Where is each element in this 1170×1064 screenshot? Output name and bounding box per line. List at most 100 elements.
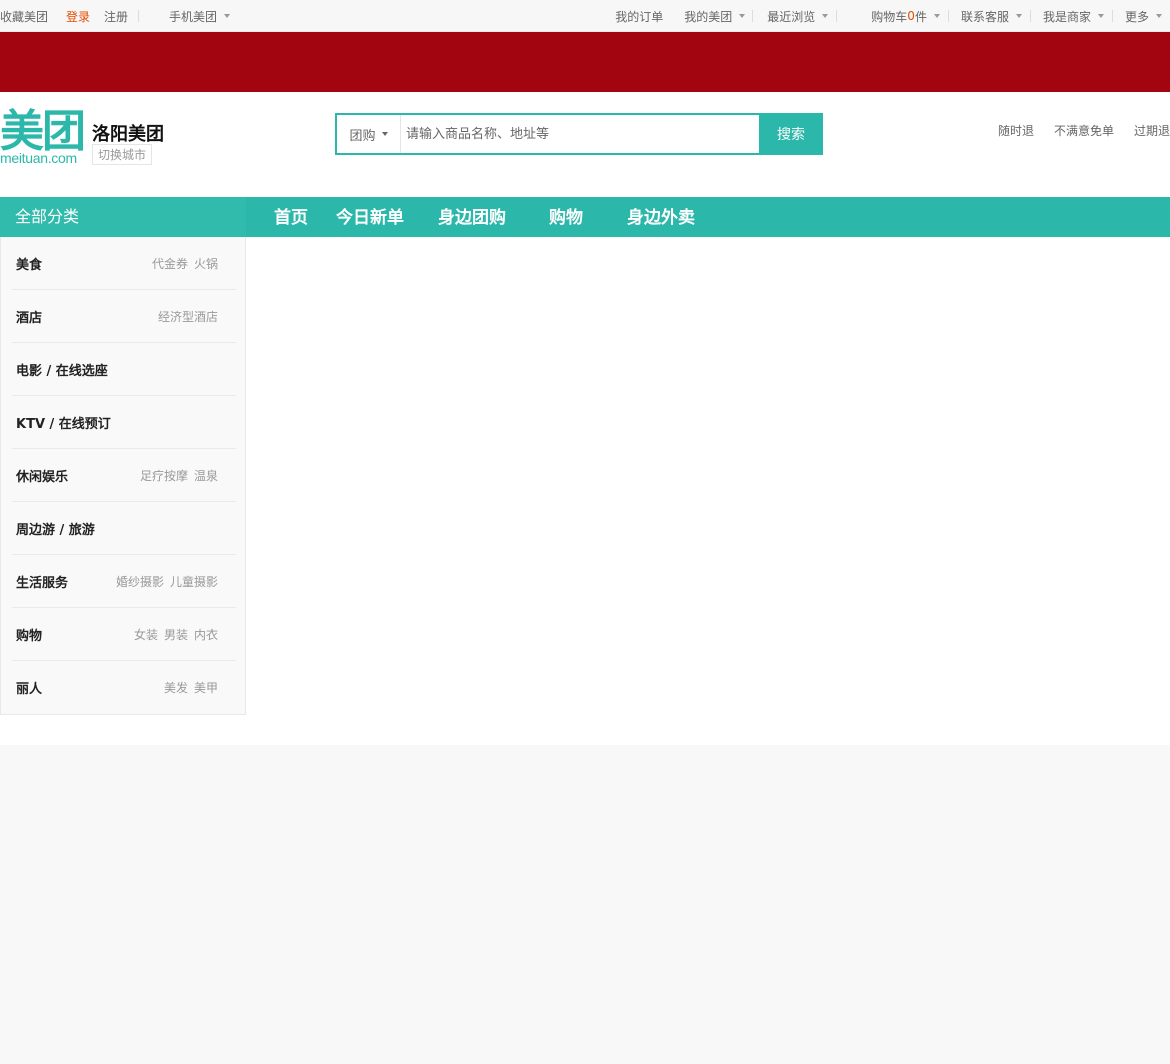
- subcategory-link[interactable]: 经济型酒店: [158, 308, 218, 325]
- category-subs: 女装 男装 内衣: [128, 626, 218, 643]
- login-link[interactable]: 登录: [66, 8, 90, 25]
- chevron-down-icon: [381, 132, 388, 136]
- top-bar-right: 我的订单 我的美团 最近浏览 购物车 0 件 联系客服 我是商家 更多: [615, 0, 1170, 32]
- chevron-down-icon: [739, 14, 746, 18]
- logo-text-en: meituan.com: [0, 150, 77, 166]
- subcategory-link[interactable]: 足疗按摩: [140, 467, 188, 484]
- chevron-down-icon: [224, 14, 231, 18]
- current-city: 洛阳美团: [92, 124, 164, 145]
- divider: [1029, 10, 1031, 22]
- subcategory-link[interactable]: 美发: [164, 679, 188, 696]
- top-bar: 收藏美团 登录 注册 手机美团 我的订单 我的美团 最近浏览 购物车 0 件 联系客…: [0, 0, 1170, 32]
- recent-browse-label: 最近浏览: [767, 9, 816, 24]
- main-nav: 全部分类 首页 今日新单 身边团购 购物 身边外卖: [0, 197, 1170, 237]
- customer-service-dropdown[interactable]: 联系客服: [961, 8, 1022, 25]
- chevron-down-icon: [933, 14, 940, 18]
- divider: [1111, 10, 1113, 22]
- category-row-shopping[interactable]: 购物 女装 男装 内衣: [12, 608, 236, 661]
- category-row-beauty[interactable]: 丽人 美发 美甲: [12, 661, 236, 714]
- category-row-food[interactable]: 美食 代金券 火锅: [12, 237, 236, 290]
- my-meituan-dropdown[interactable]: 我的美团: [684, 8, 746, 25]
- subcategory-link[interactable]: 男装: [164, 626, 188, 643]
- subcategory-link[interactable]: 女装: [134, 626, 158, 643]
- guarantee-free-if-unsatisfied[interactable]: 不满意免单: [1054, 122, 1114, 139]
- all-categories-label[interactable]: 全部分类: [0, 197, 246, 237]
- category-row-leisure[interactable]: 休闲娱乐 足疗按摩 温泉: [12, 449, 236, 502]
- search-button[interactable]: 搜索: [759, 113, 823, 155]
- nav-item-delivery[interactable]: 身边外卖: [627, 197, 695, 237]
- main-content: 美食 代金券 火锅 酒店 经济型酒店 电影 / 在线选座 KTV / 在线预订 …: [0, 237, 1170, 745]
- subcategory-link[interactable]: 温泉: [194, 467, 218, 484]
- recent-browse-dropdown[interactable]: 最近浏览: [767, 8, 829, 25]
- nav-item-shopping[interactable]: 购物: [549, 197, 583, 237]
- chevron-down-icon: [1097, 14, 1104, 18]
- my-meituan-label: 我的美团: [684, 9, 733, 24]
- category-subs: 婚纱摄影 儿童摄影: [110, 573, 218, 590]
- subcategory-link[interactable]: 火锅: [194, 255, 218, 272]
- category-row-life-services[interactable]: 生活服务 婚纱摄影 儿童摄影: [12, 555, 236, 608]
- subcategory-link[interactable]: 婚纱摄影: [116, 573, 164, 590]
- meituan-logo[interactable]: 美团 meituan.com: [0, 106, 86, 167]
- divider: [138, 10, 140, 22]
- customer-service-label: 联系客服: [960, 9, 1009, 24]
- divider: [947, 10, 949, 22]
- more-label: 更多: [1124, 9, 1149, 24]
- chevron-down-icon: [822, 14, 829, 18]
- category-row-travel[interactable]: 周边游 / 旅游: [12, 502, 236, 555]
- category-row-ktv[interactable]: KTV / 在线预订: [12, 396, 236, 449]
- guarantee-anytime-refund[interactable]: 随时退: [998, 122, 1034, 139]
- category-name: 购物: [16, 628, 43, 644]
- category-name: 生活服务: [16, 575, 69, 591]
- category-row-hotel[interactable]: 酒店 经济型酒店: [12, 290, 236, 343]
- category-subs: 代金券 火锅: [146, 255, 218, 272]
- category-subs: 美发 美甲: [158, 679, 218, 696]
- nav-items: 首页 今日新单 身边团购 购物 身边外卖: [246, 197, 695, 237]
- more-dropdown[interactable]: 更多: [1125, 8, 1162, 25]
- page-background: [0, 745, 1170, 1064]
- mobile-meituan-dropdown[interactable]: 手机美团: [169, 8, 231, 25]
- category-name: 电影 / 在线选座: [16, 363, 108, 379]
- subcategory-link[interactable]: 儿童摄影: [170, 573, 218, 590]
- logo-text-cn: 美团: [0, 106, 86, 157]
- cart-unit: 件: [914, 9, 927, 24]
- category-name: 丽人: [16, 682, 43, 697]
- top-bar-left: 收藏美团 登录 注册 手机美团: [0, 0, 231, 32]
- cart-dropdown[interactable]: 购物车 0 件: [871, 8, 940, 25]
- category-row-movie[interactable]: 电影 / 在线选座: [12, 343, 236, 396]
- subcategory-link[interactable]: 内衣: [194, 626, 218, 643]
- category-name: 周边游 / 旅游: [16, 522, 95, 538]
- divider: [836, 10, 838, 22]
- nav-item-nearby-deals[interactable]: 身边团购: [438, 197, 506, 237]
- category-name: 酒店: [16, 310, 43, 326]
- cart-count: 0: [907, 9, 915, 23]
- promo-banner[interactable]: [0, 32, 1170, 92]
- search-type-dropdown[interactable]: 团购: [337, 115, 401, 153]
- search-box: 团购 搜索: [335, 113, 823, 155]
- cart-label: 购物车: [871, 9, 908, 24]
- category-name: 美食: [16, 257, 43, 273]
- merchant-label: 我是商家: [1042, 9, 1091, 24]
- switch-city-button[interactable]: 切换城市: [92, 144, 153, 165]
- mobile-meituan-label: 手机美团: [169, 9, 218, 24]
- category-subs: 经济型酒店: [152, 308, 218, 325]
- guarantee-expired-refund[interactable]: 过期退: [1134, 122, 1170, 139]
- category-subs: 足疗按摩 温泉: [134, 467, 218, 484]
- merchant-dropdown[interactable]: 我是商家: [1043, 8, 1104, 25]
- subcategory-link[interactable]: 美甲: [194, 679, 218, 696]
- my-orders-link[interactable]: 我的订单: [615, 8, 663, 25]
- chevron-down-icon: [1015, 14, 1022, 18]
- subcategory-link[interactable]: 代金券: [152, 255, 188, 272]
- category-name: 休闲娱乐: [16, 469, 69, 485]
- favorite-link[interactable]: 收藏美团: [0, 8, 48, 25]
- divider: [752, 10, 754, 22]
- chevron-down-icon: [1156, 14, 1162, 18]
- search-type-label: 团购: [349, 128, 376, 144]
- register-link[interactable]: 注册: [104, 8, 128, 25]
- nav-item-home[interactable]: 首页: [274, 197, 308, 237]
- guarantees: 随时退 不满意免单 过期退: [978, 122, 1170, 139]
- category-name: KTV / 在线预订: [16, 416, 111, 432]
- nav-item-new-today[interactable]: 今日新单: [336, 197, 404, 237]
- category-panel: 美食 代金券 火锅 酒店 经济型酒店 电影 / 在线选座 KTV / 在线预订 …: [0, 237, 246, 715]
- header: 美团 meituan.com 洛阳美团 切换城市 团购 搜索 随时退 不满意免单…: [0, 92, 1170, 197]
- search-input[interactable]: [401, 115, 759, 153]
